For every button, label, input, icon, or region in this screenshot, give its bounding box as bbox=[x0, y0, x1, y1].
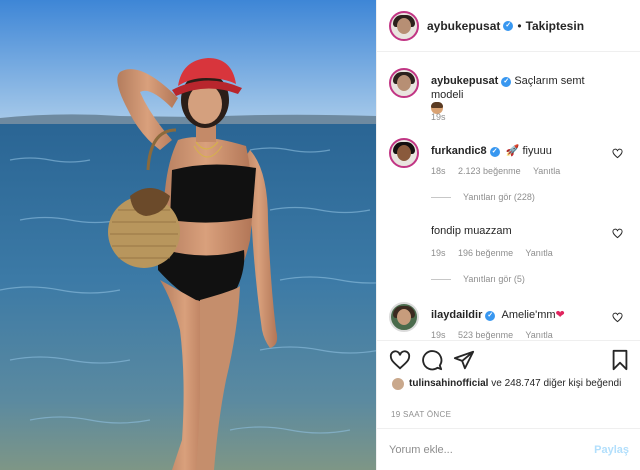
comment-time: 19s bbox=[431, 330, 446, 340]
view-replies-button[interactable]: Yanıtları gör (228) bbox=[431, 192, 535, 202]
comment-input[interactable] bbox=[389, 443, 595, 456]
save-bookmark-icon[interactable] bbox=[609, 349, 631, 371]
comment-likes[interactable]: 196 beğenme bbox=[458, 248, 513, 258]
comment-time: 18s bbox=[431, 166, 446, 176]
like-comment-heart-icon[interactable] bbox=[612, 228, 623, 239]
reply-button[interactable]: Yanıtla bbox=[533, 166, 560, 176]
reply-button[interactable]: Yanıtla bbox=[525, 248, 552, 258]
view-replies-label: Yanıtları gör (5) bbox=[463, 274, 525, 284]
liked-by-summary: tulinsahinofficial ve 248.747 diğer kişi… bbox=[391, 377, 631, 391]
comment-time: 19s bbox=[431, 248, 446, 258]
commenter-username[interactable]: ilaydaildir bbox=[431, 309, 482, 321]
caption-author[interactable]: aybukepusat bbox=[431, 75, 498, 87]
add-comment-bar: Paylaş bbox=[377, 428, 640, 470]
view-replies-button[interactable]: Yanıtları gör (5) bbox=[431, 274, 525, 284]
caption-author-avatar[interactable] bbox=[389, 68, 419, 98]
comment-bubble-icon[interactable] bbox=[421, 349, 443, 371]
likes-count-text[interactable]: ve 248.747 diğer kişi beğendi bbox=[491, 378, 621, 389]
view-replies-label: Yanıtları gör (228) bbox=[463, 192, 535, 202]
divider bbox=[431, 196, 451, 198]
commenter-avatar[interactable] bbox=[389, 138, 419, 168]
like-comment-heart-icon[interactable] bbox=[612, 148, 623, 159]
author-avatar[interactable] bbox=[389, 10, 419, 41]
liker-username[interactable]: tulinsahinofficial bbox=[409, 378, 488, 389]
verified-badge-icon: ✓ bbox=[485, 311, 496, 321]
divider bbox=[431, 278, 451, 280]
heart-emoji-icon: ❤ bbox=[555, 309, 565, 321]
verified-badge-icon: ✓ bbox=[489, 147, 500, 157]
comment-list[interactable]: aybukepusat ✓ Saçlarım semt modeli 19s fu… bbox=[377, 52, 640, 340]
verified-badge-icon: ✓ bbox=[503, 20, 514, 31]
verified-badge-icon: ✓ bbox=[501, 77, 512, 87]
comment-text: fiyuuu bbox=[522, 145, 552, 157]
post-side-panel: aybukepusat ✓ • Takiptesin aybukepusat ✓ … bbox=[376, 0, 640, 470]
separator-dot: • bbox=[517, 18, 522, 33]
caption-time: 19s bbox=[431, 112, 446, 122]
comment-text: Amelie'mm bbox=[501, 309, 556, 321]
commenter-username[interactable]: furkandic8 bbox=[431, 145, 487, 157]
post-photo[interactable] bbox=[0, 0, 376, 470]
reply-button[interactable]: Yanıtla bbox=[525, 330, 552, 340]
following-button[interactable]: Takiptesin bbox=[526, 19, 584, 33]
post-timestamp[interactable]: 19 SAAT ÖNCE bbox=[391, 410, 451, 419]
action-bar: tulinsahinofficial ve 248.747 diğer kişi… bbox=[377, 340, 640, 428]
comment-likes[interactable]: 2.123 beğenme bbox=[458, 166, 521, 176]
like-heart-icon[interactable] bbox=[389, 349, 411, 371]
share-paper-plane-icon[interactable] bbox=[453, 349, 475, 371]
rocket-icon: 🚀 bbox=[505, 145, 520, 157]
post-comment-button[interactable]: Paylaş bbox=[594, 444, 629, 456]
commenter-avatar[interactable] bbox=[389, 302, 419, 332]
comment-likes[interactable]: 523 beğenme bbox=[458, 330, 513, 340]
beach-photo bbox=[0, 0, 376, 470]
liker-avatar[interactable] bbox=[391, 377, 405, 391]
like-comment-heart-icon[interactable] bbox=[612, 312, 623, 323]
post-header: aybukepusat ✓ • Takiptesin bbox=[377, 0, 640, 52]
comment-text: fondip muazzam bbox=[431, 225, 512, 237]
author-username[interactable]: aybukepusat bbox=[427, 19, 500, 33]
